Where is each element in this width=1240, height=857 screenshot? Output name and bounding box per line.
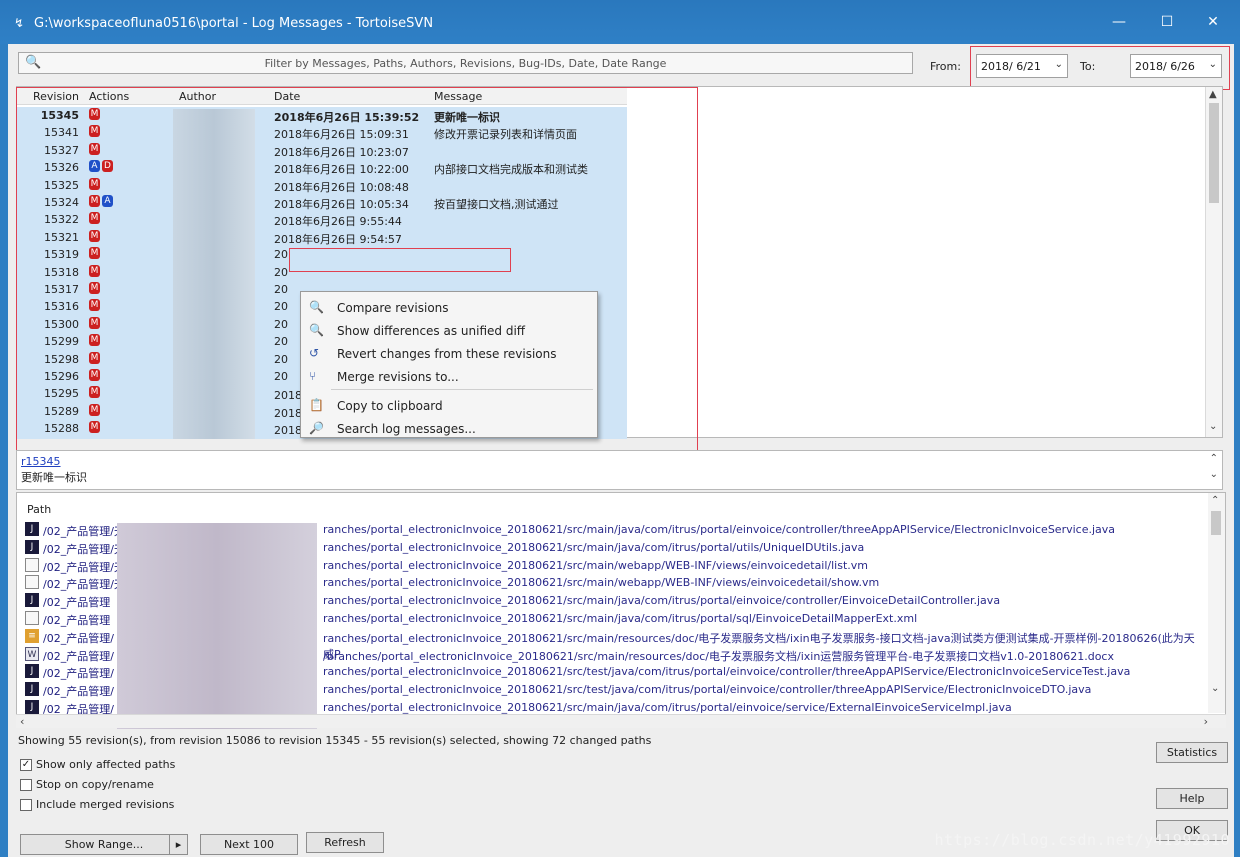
- path-prefix: /02_产品管理/天: [43, 542, 125, 556]
- minimize-button[interactable]: —: [1104, 14, 1134, 30]
- filter-placeholder: Filter by Messages, Paths, Authors, Revi…: [264, 57, 667, 70]
- archive-file-icon: ≡: [25, 628, 39, 643]
- stop-on-copy-checkbox[interactable]: Stop on copy/rename: [20, 778, 154, 791]
- filter-input[interactable]: 🔍 Filter by Messages, Paths, Authors, Re…: [18, 52, 913, 74]
- scroll-down-icon[interactable]: ⌄: [1209, 421, 1217, 432]
- title-bar: ↯ G:\workspaceofluna0516\portal - Log Me…: [0, 0, 1240, 44]
- java-file-icon: J: [25, 664, 39, 679]
- stop-on-copy-label: Stop on copy/rename: [36, 778, 154, 791]
- java-file-icon: J: [25, 539, 39, 554]
- refresh-button[interactable]: Refresh: [306, 832, 384, 853]
- statistics-button[interactable]: Statistics: [1156, 742, 1228, 763]
- help-button[interactable]: Help: [1156, 788, 1228, 809]
- tortoisesvn-logo-icon: ↯: [14, 16, 25, 30]
- compare-revisions-highlight: [289, 248, 511, 272]
- show-range-button[interactable]: Show Range... ▸: [20, 834, 188, 855]
- text-file-icon: [25, 611, 39, 625]
- scroll-up-icon[interactable]: ⌃: [1211, 495, 1219, 506]
- path-prefix: /02_产品管理: [43, 614, 111, 627]
- path-suffix: ranches/portal_electronicInvoice_2018062…: [323, 683, 1092, 697]
- scroll-right-icon[interactable]: ›: [1204, 715, 1208, 728]
- path-prefix: /02_产品管理/天: [43, 560, 125, 574]
- changed-paths-list[interactable]: Path J/02_产品管理/天威 ranches/portal_electron…: [16, 492, 1226, 729]
- word-doc-icon: W: [25, 646, 39, 661]
- path-prefix: /02_产品管理: [43, 596, 111, 610]
- window-title: G:\workspaceofluna0516\portal - Log Mess…: [34, 16, 434, 31]
- checkmark-icon[interactable]: ✓: [20, 759, 32, 771]
- checkbox-empty-icon[interactable]: [20, 799, 32, 811]
- log-list-scrollbar[interactable]: ▲ ⌄: [1205, 87, 1222, 437]
- path-suffix: ranches/portal_electronicInvoice_2018062…: [323, 523, 1116, 536]
- scroll-down-icon[interactable]: ⌄: [1210, 469, 1218, 480]
- dropdown-arrow-icon[interactable]: ▸: [169, 835, 187, 854]
- include-merged-checkbox[interactable]: Include merged revisions: [20, 798, 174, 811]
- watermark: https://blog.csdn.net/y41992910: [934, 831, 1230, 849]
- path-prefix: /02_产品管理/: [43, 649, 114, 663]
- scroll-up-icon[interactable]: ⌃: [1210, 453, 1218, 464]
- close-button[interactable]: ✕: [1198, 14, 1228, 30]
- include-merged-label: Include merged revisions: [36, 798, 175, 811]
- revision-link[interactable]: r15345: [21, 455, 61, 468]
- path-prefix: /02_产品管理/: [43, 631, 114, 645]
- path-suffix: ranches/portal_electronicInvoice_2018062…: [323, 594, 1001, 608]
- path-prefix: /02_产品管理/天: [43, 578, 125, 592]
- java-file-icon: J: [25, 700, 39, 714]
- date-range-highlight: [970, 46, 1230, 90]
- java-file-icon: J: [25, 593, 39, 608]
- log-dialog: 🔍 Filter by Messages, Paths, Authors, Re…: [8, 44, 1234, 857]
- show-only-affected-label: Show only affected paths: [36, 758, 176, 771]
- java-file-icon: J: [25, 682, 39, 697]
- scroll-left-icon[interactable]: ‹: [20, 715, 24, 728]
- path-horizontal-scrollbar[interactable]: ‹ ›: [16, 714, 1226, 728]
- path-prefix: /02_产品管理/: [43, 685, 114, 699]
- path-suffix: ranches/portal_electronicInvoice_2018062…: [323, 665, 1131, 679]
- show-range-label: Show Range...: [64, 838, 144, 851]
- checkbox-empty-icon[interactable]: [20, 779, 32, 791]
- scroll-up-icon[interactable]: ▲: [1209, 89, 1217, 100]
- column-path[interactable]: Path: [27, 503, 51, 516]
- path-suffix: /branches/portal_electronicInvoice_20180…: [323, 649, 1114, 663]
- path-suffix: ranches/portal_electronicInvoice_2018062…: [323, 612, 918, 625]
- next-100-button[interactable]: Next 100: [200, 834, 298, 855]
- path-suffix: ranches/portal_electronicInvoice_2018062…: [323, 576, 880, 590]
- path-suffix: ranches/portal_electronicInvoice_2018062…: [323, 540, 865, 554]
- status-text: Showing 55 revision(s), from revision 15…: [18, 734, 652, 747]
- maximize-button[interactable]: ☐: [1152, 14, 1182, 30]
- from-label: From:: [930, 60, 961, 73]
- java-file-icon: J: [25, 522, 39, 536]
- text-file-icon: [25, 557, 39, 572]
- text-file-icon: [25, 575, 39, 590]
- path-suffix: ranches/portal_electronicInvoice_2018062…: [323, 558, 868, 572]
- path-scrollbar[interactable]: ⌃ ⌄: [1208, 493, 1225, 713]
- path-redaction: [117, 523, 317, 729]
- path-prefix: /02_产品管理/: [43, 667, 114, 681]
- scroll-thumb[interactable]: [1211, 511, 1221, 535]
- path-suffix: ranches/portal_electronicInvoice_2018062…: [323, 701, 1012, 714]
- scroll-thumb[interactable]: [1209, 103, 1219, 203]
- message-pane[interactable]: r15345 更新唯一标识 ⌃ ⌄: [16, 450, 1223, 490]
- revision-message: 更新唯一标识: [21, 471, 87, 484]
- scroll-down-icon[interactable]: ⌄: [1211, 683, 1219, 694]
- show-only-affected-checkbox[interactable]: ✓ Show only affected paths: [20, 758, 175, 771]
